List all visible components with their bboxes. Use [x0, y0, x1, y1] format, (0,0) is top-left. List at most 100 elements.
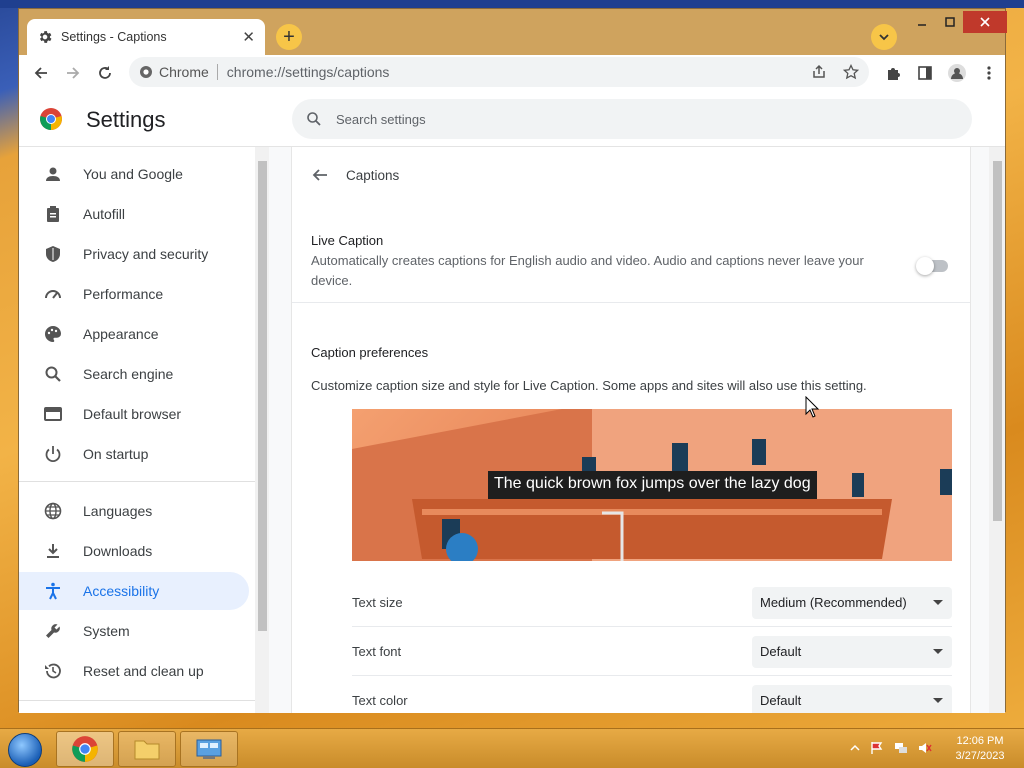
- content-scroll-thumb[interactable]: [993, 161, 1002, 521]
- side-panel-button[interactable]: [909, 57, 941, 89]
- text-size-row: Text size Medium (Recommended): [352, 579, 952, 627]
- mouse-cursor-icon: [805, 396, 819, 418]
- forward-button[interactable]: [57, 57, 89, 89]
- captions-header: Captions: [292, 161, 970, 189]
- text-size-select[interactable]: Medium (Recommended): [752, 586, 952, 619]
- sidebar-item-label: Reset and clean up: [83, 663, 204, 679]
- profile-button[interactable]: [941, 57, 973, 89]
- title-bar: Settings - Captions ✕ +: [19, 9, 1007, 55]
- menu-button[interactable]: [973, 57, 1005, 89]
- taskbar-file-explorer[interactable]: [118, 731, 176, 767]
- dropdown-caret-icon: [933, 648, 943, 654]
- sidebar-item-label: Performance: [83, 286, 164, 302]
- taskbar-clock[interactable]: 12:06 PM 3/27/2023: [948, 734, 1012, 764]
- reload-button[interactable]: [89, 57, 121, 89]
- gear-icon: [39, 31, 52, 43]
- sidebar-item-label: Downloads: [83, 543, 153, 559]
- control-panel-icon: [196, 739, 222, 759]
- back-arrow-icon[interactable]: [310, 165, 330, 185]
- settings-page: You and Google Autofill Privacy and secu…: [19, 147, 1005, 713]
- sidebar-item-label: Default browser: [83, 406, 182, 422]
- arrow-right-icon: [67, 67, 80, 79]
- text-font-label: Text font: [352, 644, 402, 659]
- settings-sidebar: You and Google Autofill Privacy and secu…: [19, 147, 255, 713]
- browser-icon: [43, 404, 63, 424]
- sidebar-item-label: Accessibility: [83, 583, 160, 599]
- more-vert-icon: [987, 66, 991, 80]
- sidebar-item-label: System: [83, 623, 130, 639]
- url-text: chrome://settings/captions: [226, 64, 390, 80]
- sidebar-divider: [19, 481, 255, 482]
- text-color-label: Text color: [352, 693, 408, 708]
- search-placeholder: Search settings: [336, 111, 426, 127]
- extensions-button[interactable]: [877, 57, 909, 89]
- maximize-icon: [945, 17, 955, 27]
- sidebar-item-reset-and-clean-up[interactable]: Reset and clean up: [19, 652, 249, 690]
- sidebar-item-system[interactable]: System: [19, 612, 249, 650]
- arrow-left-icon: [34, 67, 47, 79]
- globe-icon: [43, 501, 63, 521]
- sidebar-item-search-engine[interactable]: Search engine: [19, 355, 249, 393]
- live-caption-description: Automatically creates captions for Engli…: [311, 253, 864, 288]
- history-icon: [43, 661, 63, 681]
- sidebar-scrollbar[interactable]: [255, 147, 269, 713]
- section-divider: [292, 302, 970, 303]
- power-icon: [43, 444, 63, 464]
- sidebar-scroll-thumb[interactable]: [258, 161, 267, 631]
- sidebar-item-appearance[interactable]: Appearance: [19, 315, 249, 353]
- desktop-background: [0, 0, 1024, 8]
- volume-muted-icon[interactable]: [918, 741, 932, 755]
- folder-icon: [134, 740, 160, 760]
- caption-preferences-description: Customize caption size and style for Liv…: [311, 378, 867, 393]
- sidebar-item-accessibility[interactable]: Accessibility: [19, 572, 249, 610]
- content-scrollbar[interactable]: [989, 147, 1005, 713]
- search-settings-input[interactable]: Search settings: [292, 99, 972, 139]
- accessibility-icon: [43, 581, 63, 601]
- chevron-up-icon[interactable]: [850, 743, 860, 753]
- dropdown-caret-icon: [933, 599, 943, 605]
- taskbar-chrome[interactable]: [56, 731, 114, 767]
- address-bar[interactable]: Chrome chrome://settings/captions: [129, 57, 869, 87]
- sidebar-item-privacy-and-security[interactable]: Privacy and security: [19, 235, 249, 273]
- browser-toolbar: Chrome chrome://settings/captions: [19, 55, 1005, 91]
- tab-settings-captions[interactable]: Settings - Captions ✕: [27, 19, 265, 55]
- sidebar-item-you-and-google[interactable]: You and Google: [19, 155, 249, 193]
- chrome-logo-icon: [72, 736, 98, 762]
- new-tab-button[interactable]: +: [276, 24, 302, 50]
- person-icon: [43, 164, 63, 184]
- taskbar-control-panel[interactable]: [180, 731, 238, 767]
- network-icon[interactable]: [894, 741, 908, 755]
- maximize-button[interactable]: [935, 11, 965, 33]
- live-caption-toggle[interactable]: [916, 257, 948, 275]
- minimize-icon: [918, 24, 926, 26]
- start-button[interactable]: [8, 733, 42, 767]
- sidebar-item-languages[interactable]: Languages: [19, 492, 249, 530]
- text-color-select[interactable]: Default: [752, 684, 952, 713]
- sidebar-item-performance[interactable]: Performance: [19, 275, 249, 313]
- text-font-value: Default: [760, 644, 802, 659]
- action-center-flag-icon[interactable]: [870, 741, 884, 755]
- bookmark-star-icon[interactable]: [843, 64, 859, 80]
- share-icon[interactable]: [811, 64, 827, 80]
- system-tray: [850, 741, 932, 755]
- tab-title: Settings - Captions: [61, 30, 167, 44]
- sidebar-item-default-browser[interactable]: Default browser: [19, 395, 249, 433]
- text-size-value: Medium (Recommended): [760, 595, 907, 610]
- sidebar-item-label: Languages: [83, 503, 153, 519]
- sidebar-item-on-startup[interactable]: On startup: [19, 435, 249, 473]
- tab-search-button[interactable]: [871, 24, 897, 50]
- sidebar-item-downloads[interactable]: Downloads: [19, 532, 249, 570]
- palette-icon: [43, 324, 63, 344]
- back-button[interactable]: [25, 57, 57, 89]
- text-font-select[interactable]: Default: [752, 635, 952, 668]
- close-tab-icon[interactable]: ✕: [242, 28, 255, 46]
- sidebar-item-autofill[interactable]: Autofill: [19, 195, 249, 233]
- settings-header: Settings Search settings: [19, 91, 1005, 147]
- sidebar-item-label: Autofill: [83, 206, 126, 222]
- sidebar-item-label: Privacy and security: [83, 246, 209, 262]
- search-icon: [307, 112, 321, 126]
- close-window-button[interactable]: [963, 11, 1007, 33]
- sidebar-item-label: You and Google: [83, 166, 183, 182]
- taskbar: 12:06 PM 3/27/2023: [0, 728, 1024, 768]
- minimize-button[interactable]: [907, 11, 937, 33]
